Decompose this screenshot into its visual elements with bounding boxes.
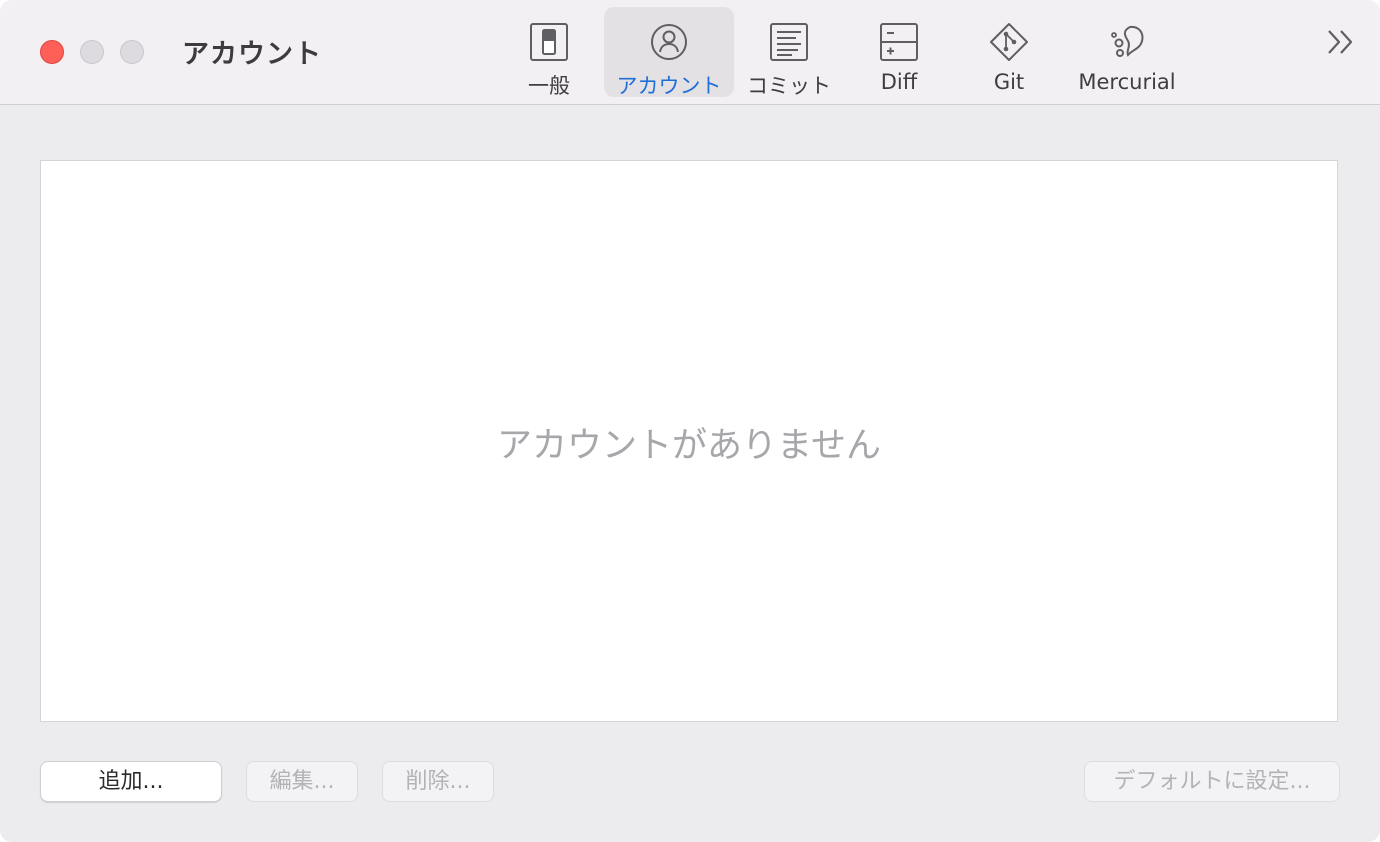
zoom-window-button[interactable]: [120, 40, 144, 64]
git-icon: [990, 23, 1028, 61]
close-window-button[interactable]: [40, 40, 64, 64]
window-title: アカウント: [182, 39, 322, 70]
tab-commit-label: コミット: [747, 74, 831, 98]
double-chevron-right-icon[interactable]: [1326, 28, 1356, 56]
edit-button[interactable]: 編集...: [246, 761, 358, 802]
person-circle-icon: [651, 24, 687, 60]
tab-general-label: 一般: [528, 74, 570, 98]
tab-mercurial-label: Mercurial: [1078, 70, 1176, 94]
tab-account[interactable]: アカウント: [604, 7, 734, 98]
tab-diff[interactable]: Diff: [844, 7, 954, 97]
toolbar: アカウント 一般 アカウント コミット Diff Git Mercurial: [0, 0, 1380, 105]
tab-general[interactable]: 一般: [494, 7, 604, 98]
minimize-window-button[interactable]: [80, 40, 104, 64]
delete-button[interactable]: 削除...: [382, 761, 494, 802]
tab-commit[interactable]: コミット: [734, 7, 844, 98]
mercurial-icon: [1111, 25, 1144, 57]
preferences-window: アカウント 一般 アカウント コミット Diff Git Mercurial ア…: [0, 0, 1380, 842]
tab-git[interactable]: Git: [954, 7, 1064, 97]
commit-text-icon: [770, 23, 808, 61]
empty-account-message: アカウントがありません: [497, 426, 881, 466]
account-list[interactable]: アカウントがありません: [40, 160, 1338, 722]
diff-icon: [880, 23, 918, 61]
tab-diff-label: Diff: [880, 70, 918, 94]
tab-account-label: アカウント: [616, 74, 722, 98]
set-default-button[interactable]: デフォルトに設定...: [1084, 761, 1340, 802]
tab-mercurial[interactable]: Mercurial: [1064, 7, 1190, 97]
general-toggle-icon: [530, 23, 568, 61]
add-button[interactable]: 追加...: [40, 761, 222, 802]
tab-git-label: Git: [993, 70, 1025, 94]
